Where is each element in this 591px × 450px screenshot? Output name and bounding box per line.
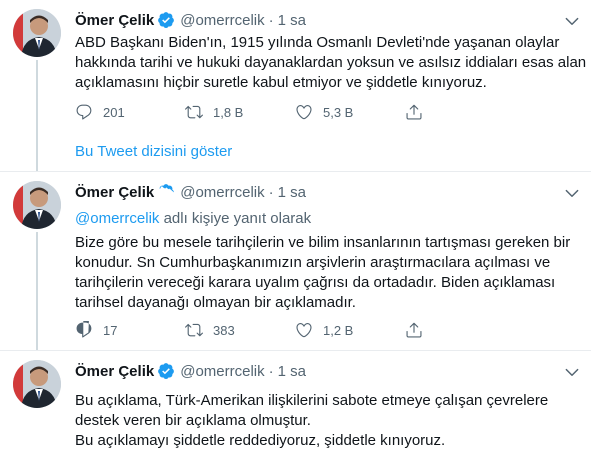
- share-button[interactable]: [405, 103, 515, 121]
- heart-icon: [296, 323, 312, 338]
- display-name[interactable]: Ömer Çelik: [75, 184, 154, 201]
- chevron-down-icon[interactable]: [563, 184, 581, 202]
- like-count: 5,3 B: [323, 104, 354, 120]
- thread-line: [36, 60, 38, 171]
- avatar[interactable]: [13, 181, 61, 229]
- tweet[interactable]: Ömer Çelik @omerrcelik · 1 sa @omerrceli…: [0, 171, 591, 351]
- reply-icon: [76, 321, 92, 338]
- handle[interactable]: @omerrcelik: [180, 12, 264, 29]
- share-button[interactable]: [405, 321, 515, 339]
- retweet-button[interactable]: 1,8 B: [185, 103, 295, 121]
- tweet-text: ABD Başkanı Biden'ın, 1915 yılında Osman…: [75, 33, 587, 93]
- tweet-text-line: tarihsel dayanağı olmayan bir açıklamadı…: [75, 294, 356, 311]
- reply-count: 201: [103, 104, 125, 120]
- retweet-count: 383: [213, 322, 235, 338]
- display-name[interactable]: Ömer Çelik: [75, 12, 154, 29]
- tweet-header: Ömer Çelik @omerrcelik · 1 sa: [75, 182, 306, 202]
- reply-count: 17: [103, 322, 118, 338]
- tweet[interactable]: Ömer Çelik @omerrcelik · 1 sa Bu açıklam…: [0, 350, 591, 450]
- verified-badge-icon: [158, 363, 175, 380]
- reply-icon: [76, 104, 92, 120]
- like-button[interactable]: 1,2 B: [295, 321, 405, 339]
- chevron-down-icon[interactable]: [563, 363, 581, 381]
- share-icon: [406, 104, 422, 120]
- like-count: 1,2 B: [323, 322, 354, 338]
- handle[interactable]: @omerrcelik: [180, 184, 264, 201]
- tweet-text: Bu açıklama, Türk-Amerikan ilişkilerini …: [75, 391, 580, 450]
- reply-context: @omerrcelik adlı kişiye yanıt olarak: [75, 210, 311, 227]
- display-name[interactable]: Ömer Çelik: [75, 363, 154, 380]
- tweet[interactable]: Ömer Çelik @omerrcelik · 1 sa ABD Başkan…: [0, 0, 591, 171]
- separator-dot: ·: [268, 362, 274, 380]
- retweet-icon: [185, 323, 203, 337]
- verified-badge-icon: [159, 184, 175, 196]
- tweet-text-line: tarihçilerin vereceği karara uyalım çağr…: [75, 274, 556, 291]
- tweet-actions: 201 1,8 B 5,3 B: [75, 102, 515, 122]
- tweet-text-line: açıklamasını hiçbir suretle kabul etmiyo…: [75, 74, 487, 91]
- reply-mention-link[interactable]: @omerrcelik: [75, 210, 159, 227]
- avatar[interactable]: [13, 9, 61, 57]
- separator-dot: ·: [268, 11, 274, 29]
- tweet-actions: 17 383 1,2 B: [75, 320, 515, 340]
- tweet-text-line: konudur. Sn Cumhurbaşkanımızın arşivleri…: [75, 254, 551, 271]
- chevron-down-icon[interactable]: [563, 12, 581, 30]
- tweet-text-line: hakkında tarihi ve hukuki dayanaklardan …: [75, 54, 587, 71]
- timestamp[interactable]: 1 sa: [278, 12, 306, 29]
- tweet-text-line: Bu açıklamayı şiddetle reddediyoruz, şid…: [75, 432, 446, 449]
- separator-dot: ·: [268, 183, 274, 201]
- retweet-button[interactable]: 383: [185, 321, 295, 339]
- tweet-text-line: ABD Başkanı Biden'ın, 1915 yılında Osman…: [75, 34, 560, 51]
- tweet-text-line: destek veren bir açıklama olmuştur.: [75, 412, 311, 429]
- share-icon: [406, 322, 422, 338]
- verified-badge-icon: [158, 12, 175, 29]
- thread-line: [36, 232, 38, 351]
- retweet-icon: [185, 105, 203, 119]
- handle[interactable]: @omerrcelik: [180, 363, 264, 380]
- tweet-text-line: Bu açıklama, Türk-Amerikan ilişkilerini …: [75, 392, 549, 409]
- reply-button[interactable]: 17: [75, 321, 185, 339]
- avatar[interactable]: [13, 360, 61, 408]
- tweet-text-line: Bize göre bu mesele tarihçilerin ve bili…: [75, 234, 571, 251]
- tweet-header: Ömer Çelik @omerrcelik · 1 sa: [75, 10, 306, 30]
- reply-button[interactable]: 201: [75, 103, 185, 121]
- timestamp[interactable]: 1 sa: [278, 363, 306, 380]
- tweet-header: Ömer Çelik @omerrcelik · 1 sa: [75, 361, 306, 381]
- tweet-text: Bize göre bu mesele tarihçilerin ve bili…: [75, 233, 580, 313]
- heart-icon: [296, 105, 312, 120]
- show-thread-link[interactable]: Bu Tweet dizisini göster: [75, 143, 232, 160]
- reply-context-text: adlı kişiye yanıt olarak: [159, 210, 312, 227]
- like-button[interactable]: 5,3 B: [295, 103, 405, 121]
- timestamp[interactable]: 1 sa: [278, 184, 306, 201]
- retweet-count: 1,8 B: [213, 104, 244, 120]
